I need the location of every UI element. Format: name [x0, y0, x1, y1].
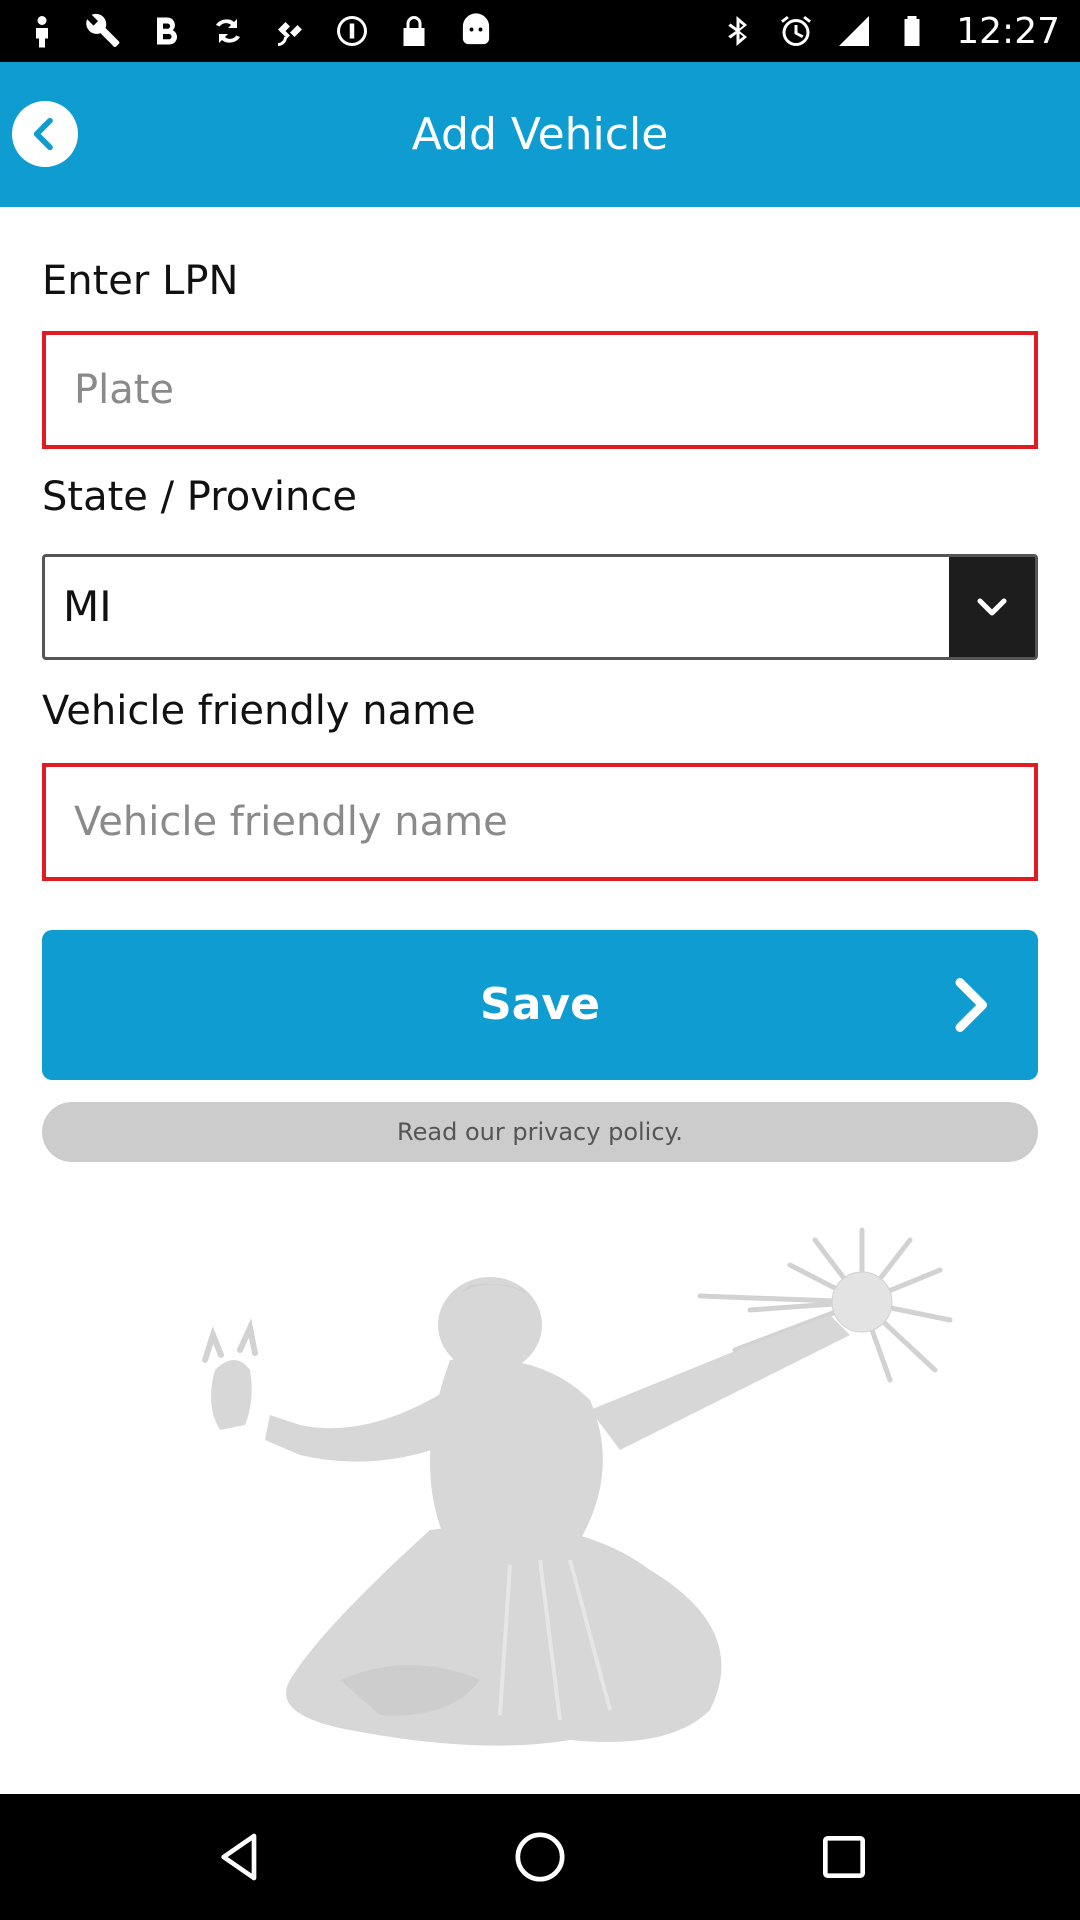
app-header: Add Vehicle	[0, 62, 1080, 207]
friendly-name-field[interactable]	[42, 763, 1038, 881]
nav-back-button[interactable]	[210, 1827, 270, 1887]
sync-icon	[208, 11, 248, 51]
home-circle-icon	[515, 1832, 565, 1882]
save-button[interactable]: Save	[42, 930, 1038, 1080]
plate-input[interactable]	[46, 335, 1034, 445]
bold-b-icon	[146, 11, 186, 51]
back-triangle-icon	[221, 1833, 257, 1881]
chevron-right-icon	[955, 978, 987, 1032]
status-bar: 12:27	[0, 0, 1080, 62]
lock-icon	[394, 11, 434, 51]
satellite-fake-gps-icon	[270, 11, 310, 51]
select-arrow[interactable]	[949, 557, 1035, 657]
back-button[interactable]	[12, 101, 78, 167]
nav-recents-button[interactable]	[814, 1827, 874, 1887]
spirit-of-detroit-watermark	[202, 1227, 953, 1746]
state-province-value: MI	[63, 582, 112, 631]
lpn-label: Enter LPN	[42, 258, 239, 304]
nav-home-button[interactable]	[510, 1827, 570, 1887]
bluetooth-icon	[718, 11, 758, 51]
android-icon	[456, 11, 496, 51]
page-title: Add Vehicle	[411, 109, 669, 160]
chevron-left-icon	[33, 117, 53, 151]
friendly-name-label: Vehicle friendly name	[42, 688, 476, 734]
notification-icon	[332, 11, 372, 51]
state-province-label: State / Province	[42, 474, 357, 520]
save-button-label: Save	[480, 979, 600, 1030]
lpn-field[interactable]	[42, 331, 1038, 449]
person-icon	[22, 11, 62, 51]
status-bar-notification-icons	[22, 0, 496, 62]
navigation-bar	[0, 1794, 1080, 1920]
battery-icon	[892, 11, 932, 51]
chevron-down-icon	[977, 598, 1007, 616]
status-bar-system-icons: 12:27	[718, 0, 1060, 62]
wrench-icon	[84, 11, 124, 51]
state-province-select[interactable]: MI	[42, 554, 1038, 660]
friendly-name-input[interactable]	[46, 767, 1034, 877]
privacy-policy-link[interactable]: Read our privacy policy.	[42, 1102, 1038, 1162]
signal-icon	[834, 11, 874, 51]
status-time: 12:27	[956, 10, 1060, 52]
alarm-icon	[776, 11, 816, 51]
recents-square-icon	[823, 1836, 865, 1878]
